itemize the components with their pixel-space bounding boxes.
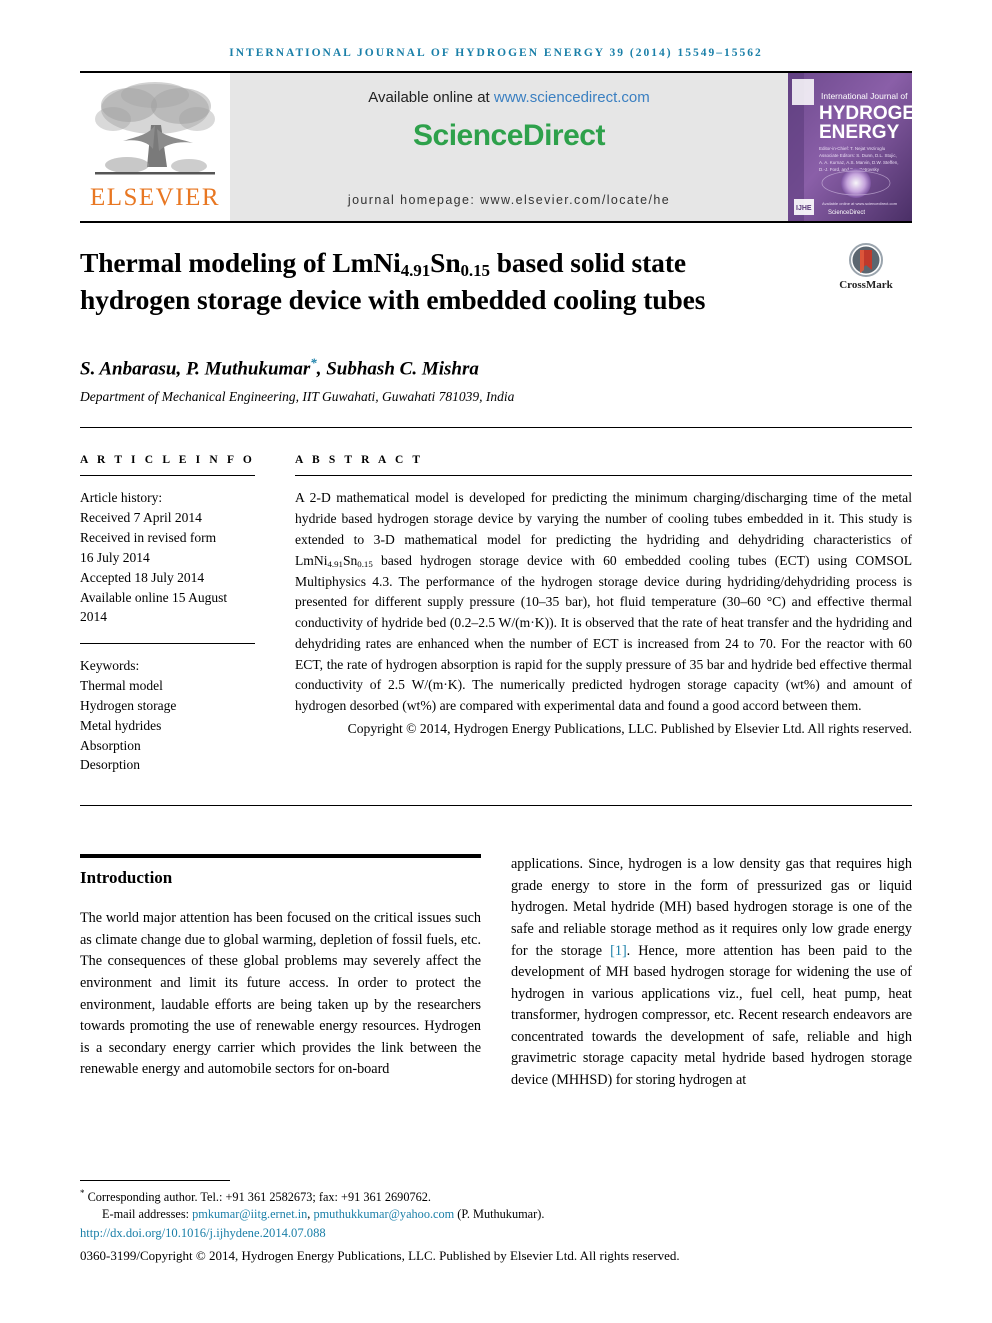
- abstract-subscript-1: 4.91: [327, 558, 343, 569]
- body-column-left: Introduction The world major attention h…: [80, 854, 481, 1091]
- title-part-1: Thermal modeling of LmNi: [80, 247, 401, 278]
- body-columns: Introduction The world major attention h…: [80, 854, 912, 1091]
- introduction-rule: [80, 854, 481, 859]
- title-subscript-2: 0.15: [460, 260, 491, 280]
- body-right-part-2: . Hence, more attention has been paid to…: [511, 942, 912, 1089]
- corresponding-author-note: * Corresponding author. Tel.: +91 361 25…: [80, 1187, 912, 1207]
- issn-copyright-line: 0360-3199/Copyright © 2014, Hydrogen Ene…: [80, 1247, 680, 1263]
- author-list: S. Anbarasu, P. Muthukumar*, Subhash C. …: [80, 355, 912, 380]
- doi-link[interactable]: http://dx.doi.org/10.1016/j.ijhydene.201…: [80, 1225, 912, 1243]
- email-link-2[interactable]: pmuthukkumar@yahoo.com: [313, 1207, 454, 1221]
- crossmark-label: CrossMark: [839, 279, 893, 291]
- email-addresses-line: E-mail addresses: pmkumar@iitg.ernet.in,…: [80, 1206, 912, 1223]
- journal-homepage-line[interactable]: journal homepage: www.elsevier.com/locat…: [348, 193, 670, 207]
- keyword-item: Absorption: [80, 737, 141, 753]
- email-owner: (P. Muthukumar).: [454, 1207, 545, 1222]
- article-history-item: Received in revised form: [80, 530, 217, 545]
- svg-text:HYDROGEN: HYDROGEN: [819, 103, 912, 124]
- sciencedirect-logo[interactable]: ScienceDirect: [413, 119, 605, 153]
- footnote-star-icon: *: [80, 1187, 85, 1198]
- journal-cover-thumbnail[interactable]: International Journal of HYDROGEN ENERGY…: [788, 73, 929, 221]
- svg-text:ENERGY: ENERGY: [819, 122, 900, 143]
- elsevier-wordmark: ELSEVIER: [89, 184, 221, 211]
- abstract-section-divider: [80, 805, 912, 807]
- email-label: E-mail addresses:: [102, 1207, 193, 1222]
- introduction-paragraph-left: The world major attention has been focus…: [80, 910, 481, 1078]
- crossmark-icon: [849, 243, 883, 277]
- introduction-paragraph-right: applications. Since, hydrogen is a low d…: [511, 854, 912, 1091]
- abstract-subscript-2: 0.15: [357, 558, 373, 569]
- article-info-rule: [80, 475, 255, 477]
- keyword-item: Hydrogen storage: [80, 697, 177, 713]
- article-page: INTERNATIONAL JOURNAL OF HYDROGEN ENERGY…: [0, 0, 992, 1323]
- abstract-copyright: Copyright © 2014, Hydrogen Energy Public…: [347, 721, 912, 737]
- abstract-heading: A B S T R A C T: [295, 454, 424, 467]
- authors-main: S. Anbarasu, P. Muthukumar: [80, 358, 311, 380]
- elsevier-logo: ELSEVIER: [80, 73, 230, 221]
- article-info-heading: A R T I C L E I N F O: [80, 454, 255, 467]
- available-online-line: Available online at www.sciencedirect.co…: [368, 89, 650, 106]
- body-column-right: applications. Since, hydrogen is a low d…: [511, 854, 912, 1091]
- crossmark-badge[interactable]: CrossMark: [820, 243, 912, 291]
- svg-text:ScienceDirect: ScienceDirect: [828, 210, 865, 216]
- available-online-prefix: Available online at: [368, 89, 494, 106]
- introduction-heading: Introduction: [80, 868, 173, 888]
- svg-text:Associate Editors: S. Dunn, D: Associate Editors: S. Dunn, D.L. Stojic,: [819, 153, 897, 158]
- abstract-rule: [295, 475, 912, 477]
- keyword-item: Metal hydrides: [80, 717, 162, 733]
- elsevier-tree-icon: [95, 82, 215, 175]
- page-footer: * Corresponding author. Tel.: +91 361 25…: [80, 1179, 912, 1265]
- abstract-part-2: Sn: [342, 552, 358, 568]
- affiliation-divider: [80, 427, 912, 429]
- svg-text:A. A. Kurnaz, A.S. Marvin, D.W: A. A. Kurnaz, A.S. Marvin, D.W. Steffen,: [819, 160, 898, 165]
- email-link-1[interactable]: pmkumar@iitg.ernet.in: [192, 1207, 307, 1221]
- abstract-text: A 2-D mathematical model is developed fo…: [295, 488, 912, 717]
- authors-tail: , Subhash C. Mishra: [316, 358, 479, 380]
- affiliation: Department of Mechanical Engineering, II…: [80, 389, 515, 405]
- abstract-part-3: based hydrogen storage device with 60 em…: [295, 552, 912, 714]
- svg-text:Available online at www.scienc: Available online at www.sciencedirect.co…: [822, 201, 898, 206]
- title-block: Thermal modeling of LmNi4.91Sn0.15 based…: [80, 223, 912, 405]
- reference-link-1[interactable]: [1]: [610, 943, 627, 959]
- journal-cover-image: International Journal of HYDROGEN ENERGY…: [788, 73, 929, 221]
- corresponding-author-text: Corresponding author. Tel.: +91 361 2582…: [87, 1189, 431, 1204]
- sciencedirect-banner: Available online at www.sciencedirect.co…: [230, 73, 788, 221]
- info-abstract-section: A R T I C L E I N F O Article history: R…: [80, 454, 912, 775]
- svg-text:IJHE: IJHE: [796, 205, 812, 212]
- article-history-item: Received 7 April 2014: [80, 510, 202, 526]
- article-history-item: 16 July 2014: [80, 549, 150, 565]
- masthead: ELSEVIER Available online at www.science…: [80, 73, 929, 221]
- sciencedirect-url-link[interactable]: www.sciencedirect.com: [494, 89, 650, 106]
- svg-text:International Journal of: International Journal of: [821, 91, 908, 101]
- title-subscript-1: 4.91: [400, 260, 431, 280]
- article-history-item: Accepted 18 July 2014: [80, 569, 205, 585]
- running-head: INTERNATIONAL JOURNAL OF HYDROGEN ENERGY…: [229, 47, 763, 59]
- article-history-item: Available online 15 August 2014: [80, 589, 228, 625]
- keywords-label: Keywords:: [80, 658, 140, 674]
- svg-text:Editor-in-Chief: T. Nejat Vez: Editor-in-Chief: T. Nejat Veziroglu: [819, 146, 886, 151]
- keyword-item: Thermal model: [80, 678, 163, 694]
- keyword-item: Desorption: [80, 757, 140, 773]
- article-history-label: Article history:: [80, 490, 163, 506]
- page-title: Thermal modeling of LmNi4.91Sn0.15 based…: [80, 245, 740, 319]
- title-part-2: Sn: [430, 247, 461, 278]
- keywords-divider: [80, 643, 255, 645]
- footer-divider: [80, 1179, 230, 1181]
- abstract-column: A B S T R A C T A 2-D mathematical model…: [295, 454, 912, 775]
- article-info-column: A R T I C L E I N F O Article history: R…: [80, 454, 295, 775]
